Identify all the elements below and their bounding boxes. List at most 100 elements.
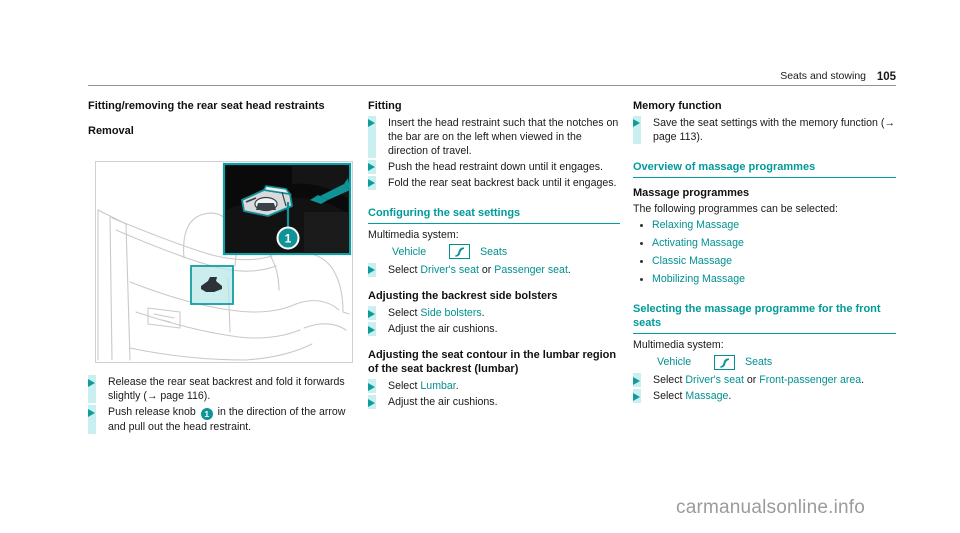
triangle-bullet-icon bbox=[88, 378, 95, 387]
middle-column: Fitting Insert the head restraint such t… bbox=[368, 100, 620, 411]
period: . bbox=[481, 307, 485, 320]
triangle-bullet-icon bbox=[368, 266, 375, 275]
list-item: Activating Massage bbox=[633, 236, 896, 250]
menu-item-drivers-seat[interactable]: Driver's seat bbox=[420, 264, 479, 276]
menu-item-vehicle[interactable]: Vehicle bbox=[657, 356, 691, 368]
list-item: Select Driver's seat or Front-passenger … bbox=[633, 373, 896, 388]
triangle-bullet-icon bbox=[368, 309, 375, 318]
list-item: Select Side bolsters. bbox=[368, 306, 620, 321]
massage-programmes-list: Relaxing Massage Activating Massage Clas… bbox=[633, 218, 896, 286]
side-bolsters-heading: Adjusting the backrest side bolsters bbox=[368, 289, 558, 302]
page-number: 105 bbox=[876, 71, 896, 83]
list-item: Push release knob 1 in the direction of … bbox=[88, 405, 356, 434]
list-item: Fold the rear seat backrest back until i… bbox=[368, 175, 620, 190]
list-item: Select Lumbar. bbox=[368, 379, 620, 394]
multimedia-system-label: Multimedia system: bbox=[633, 339, 724, 351]
triangle-bullet-icon bbox=[88, 408, 95, 417]
menu-item-side-bolsters[interactable]: Side bolsters bbox=[420, 307, 481, 319]
header-divider bbox=[88, 85, 896, 86]
menu-item-drivers-seat[interactable]: Driver's seat bbox=[685, 374, 744, 386]
seat-icon bbox=[449, 244, 471, 260]
list-item: Adjust the air cushions. bbox=[368, 322, 620, 337]
list-item: Push the head restraint down until it en… bbox=[368, 159, 620, 174]
select-label: Select bbox=[388, 263, 418, 276]
left-column: Fitting/removing the rear seat head rest… bbox=[88, 100, 356, 140]
list-item: Mobilizing Massage bbox=[633, 272, 896, 286]
removal-steps-list: Release the rear seat backrest and fold … bbox=[88, 375, 356, 434]
menu-item-seats[interactable]: Seats bbox=[480, 246, 507, 258]
memory-function-list: Save the seat settings with the memory f… bbox=[633, 115, 896, 144]
programme-name[interactable]: Relaxing Massage bbox=[652, 219, 739, 231]
programme-name[interactable]: Classic Massage bbox=[652, 255, 732, 267]
fitting-heading: Fitting bbox=[368, 100, 402, 112]
menu-item-passenger-seat[interactable]: Passenger seat bbox=[494, 264, 568, 276]
list-item: Release the rear seat backrest and fold … bbox=[88, 375, 356, 403]
select-label: Select bbox=[388, 380, 418, 393]
menu-path-seats[interactable]: Vehicle Seats bbox=[368, 244, 620, 260]
massage-programmes-heading: Massage programmes bbox=[633, 186, 750, 199]
list-item: Insert the head restraint such that the … bbox=[368, 115, 620, 158]
list-item: Select Massage. bbox=[633, 389, 896, 404]
lumbar-steps-list: Select Lumbar. Adjust the air cushions. bbox=[368, 379, 620, 410]
list-item: Classic Massage bbox=[633, 254, 896, 268]
watermark: carmanualsonline.info bbox=[676, 497, 866, 518]
menu-item-vehicle[interactable]: Vehicle bbox=[392, 246, 426, 258]
step-text: Save the seat settings with the memory f… bbox=[653, 116, 896, 143]
programme-name[interactable]: Mobilizing Massage bbox=[652, 273, 745, 285]
fitting-steps-list: Insert the head restraint such that the … bbox=[368, 115, 620, 190]
triangle-bullet-icon bbox=[633, 119, 640, 127]
inset-photo: 1 bbox=[222, 162, 352, 256]
select-massage-list: Select Driver's seat or Front-passenger … bbox=[633, 373, 896, 404]
triangle-bullet-icon bbox=[368, 119, 375, 127]
select-label: Select bbox=[653, 390, 683, 403]
highlight-box bbox=[190, 265, 234, 305]
step-text: Push the head restraint down until it en… bbox=[388, 160, 603, 173]
select-label: Select bbox=[388, 307, 418, 320]
programme-name[interactable]: Activating Massage bbox=[652, 237, 744, 249]
list-item: Relaxing Massage bbox=[633, 218, 896, 232]
triangle-bullet-icon bbox=[368, 163, 375, 171]
multimedia-system-label: Multimedia system: bbox=[368, 228, 459, 241]
seat-icon bbox=[714, 354, 736, 370]
conjunction-or: or bbox=[746, 374, 757, 387]
svg-text:1: 1 bbox=[285, 232, 292, 246]
lumbar-heading: Adjusting the seat contour in the lumbar… bbox=[368, 349, 617, 375]
step-text: Release the rear seat backrest and fold … bbox=[108, 376, 345, 402]
menu-item-front-passenger-area[interactable]: Front-passenger area bbox=[759, 374, 861, 386]
rear-seat-head-restraint-illustration: 1 bbox=[95, 161, 353, 363]
conjunction-or: or bbox=[481, 263, 492, 276]
menu-path-seats[interactable]: Vehicle Seats bbox=[633, 354, 896, 370]
select-label: Select bbox=[653, 374, 683, 387]
list-item: Select Driver's seat or Passenger seat. bbox=[368, 262, 620, 277]
step-text: Adjust the air cushions. bbox=[388, 323, 498, 336]
side-bolsters-steps-list: Select Side bolsters. Adjust the air cus… bbox=[368, 306, 620, 337]
step-text: Fold the rear seat backrest back until i… bbox=[388, 176, 617, 189]
header-section-title: Seats and stowing bbox=[780, 70, 866, 82]
callout-number-badge: 1 bbox=[200, 408, 213, 420]
step-text: Insert the head restraint such that the … bbox=[388, 116, 619, 157]
left-column-heading: Fitting/removing the rear seat head rest… bbox=[88, 100, 325, 112]
triangle-bullet-icon bbox=[633, 376, 640, 385]
configuring-seat-settings-heading: Configuring the seat settings bbox=[368, 206, 620, 224]
triangle-bullet-icon bbox=[633, 392, 640, 401]
removal-subheading: Removal bbox=[88, 124, 134, 137]
triangle-bullet-icon bbox=[368, 398, 375, 407]
period: . bbox=[728, 390, 732, 403]
programmes-intro: The following programmes can be selected… bbox=[633, 203, 838, 215]
list-item: Save the seat settings with the memory f… bbox=[633, 115, 896, 144]
step-text-before: Push release knob bbox=[108, 406, 196, 418]
triangle-bullet-icon bbox=[368, 325, 375, 334]
triangle-bullet-icon bbox=[368, 179, 375, 187]
period: . bbox=[567, 263, 571, 276]
page-header: Seats and stowing 105 bbox=[88, 64, 896, 86]
menu-item-massage[interactable]: Massage bbox=[685, 390, 728, 402]
left-column-steps: Release the rear seat backrest and fold … bbox=[88, 375, 356, 436]
period: . bbox=[455, 380, 459, 393]
period: . bbox=[861, 374, 865, 387]
triangle-bullet-icon bbox=[368, 382, 375, 391]
menu-item-lumbar[interactable]: Lumbar bbox=[420, 380, 455, 392]
step-text: Adjust the air cushions. bbox=[388, 396, 498, 409]
right-column: Memory function Save the seat settings w… bbox=[633, 100, 896, 405]
menu-item-seats[interactable]: Seats bbox=[745, 356, 772, 368]
overview-massage-programmes-heading: Overview of massage programmes bbox=[633, 160, 896, 178]
